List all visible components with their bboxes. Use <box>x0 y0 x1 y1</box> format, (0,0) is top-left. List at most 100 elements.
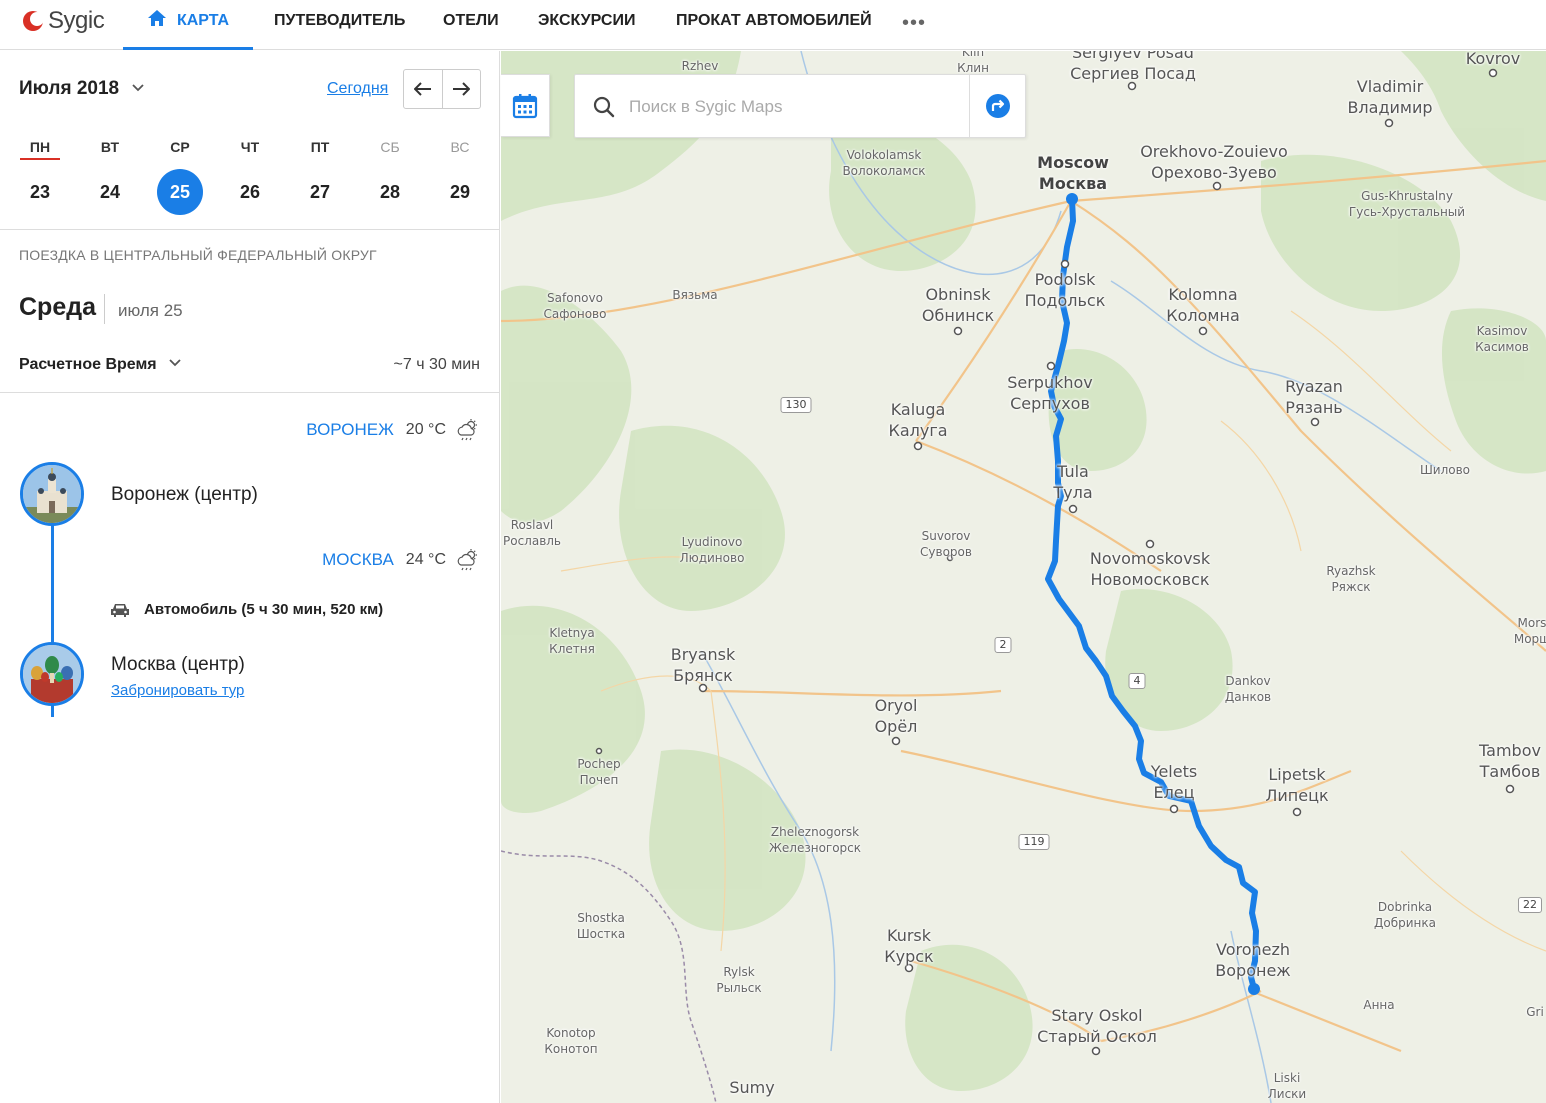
map-label-rzhev: Rzhev <box>681 59 719 73</box>
nav-tab-car-rental[interactable]: ПРОКАТ АВТОМОБИЛЕЙ <box>676 0 872 50</box>
map-label-dobrinka: Dobrinka Добринка <box>1374 900 1436 930</box>
map-label-zheleznogorsk: Zheleznogorsk Железногорск <box>768 825 862 855</box>
map-label-kaluga: Kaluga Калуга <box>888 400 948 440</box>
prev-week-button[interactable] <box>404 70 442 108</box>
map-label-vladimir: Vladimir Владимир <box>1347 77 1433 117</box>
road-shield: 2 <box>994 637 1012 653</box>
transport-label: Автомобиль (5 ч 30 мин, 520 км) <box>144 601 384 618</box>
map-label-anna: Анна <box>1363 998 1395 1012</box>
estimated-time-dropdown[interactable]: Расчетное Время <box>19 356 181 374</box>
map-label-suvorov: Suvorov Суворов <box>920 529 972 559</box>
nav-tab-guide[interactable]: ПУТЕВОДИТЕЛЬ <box>274 0 405 50</box>
map-label-roslavl: Roslavl Рославль <box>502 518 562 548</box>
sygic-logo[interactable]: Sygic <box>22 6 105 36</box>
next-week-button[interactable] <box>441 70 481 108</box>
map-label-vyazma: Вязьма <box>672 288 718 302</box>
stop-name-voronezh[interactable]: Воронеж (центр) <box>111 484 258 506</box>
weekday-fri: ПТ <box>310 139 330 155</box>
day-date: июля 25 <box>118 301 183 320</box>
directions-button[interactable] <box>969 75 1025 137</box>
map-label-sumy: Sumy <box>729 1078 775 1097</box>
transport-segment[interactable]: Автомобиль (5 ч 30 мин, 520 км) <box>110 601 383 618</box>
map-label-tambov: Tambov Тамбов <box>1479 741 1541 781</box>
today-link[interactable]: Сегодня <box>327 80 388 98</box>
calendar-day[interactable]: 27 <box>297 169 343 215</box>
road-shield: 22 <box>1518 897 1542 913</box>
map-label-podolsk: Podolsk Подольск <box>1024 270 1106 310</box>
road-shield: 119 <box>1018 834 1050 850</box>
map-label-voronezh: Voronezh Воронеж <box>1215 940 1291 980</box>
map-label-moscow: Moscow Москва <box>1037 153 1109 193</box>
calendar-toggle-button[interactable] <box>501 74 550 137</box>
search-input[interactable] <box>629 89 959 125</box>
weekday-thu: ЧТ <box>240 139 260 155</box>
weather-moscow: МОСКВА 24 °C <box>322 548 480 572</box>
calendar-day[interactable]: 23 <box>17 169 63 215</box>
map-label-yelets: Yelets Елец <box>1150 762 1198 802</box>
month-selector[interactable]: Июля 2018 <box>19 78 145 100</box>
map-label-orekhovo-zuevo: Orekhovo-Zouievo Орехово-Зуево <box>1140 142 1288 182</box>
arrow-right-icon <box>453 82 471 96</box>
calendar-day[interactable]: 26 <box>227 169 273 215</box>
map-label-lyudinovo: Lyudinovo Людиново <box>679 535 745 565</box>
map-label-klin: Klin Клин <box>957 51 989 75</box>
road-shield: 4 <box>1128 673 1146 689</box>
home-icon <box>147 10 166 26</box>
map-view[interactable]: Sergiyev Posad Сергиев Посад Kovrov Rzhev… <box>501 51 1546 1103</box>
brand-name: Sygic <box>48 7 105 34</box>
map-label-morshansk: Mors Морш <box>1513 616 1546 646</box>
map-label-novomoskovsk: Novomoskovsk Новомосковск <box>1089 549 1211 589</box>
map-label-stary-oskol: Stary Oskol Старый Оскол <box>1037 1006 1157 1046</box>
month-label: Июля 2018 <box>19 78 120 99</box>
church-image-icon <box>23 465 81 523</box>
map-label-gus-khrustalny: Gus-Khrustalny Гусь-Хрустальный <box>1348 189 1466 219</box>
divider <box>0 229 500 230</box>
day-name: Среда <box>19 293 97 321</box>
map-label-kovrov: Kovrov <box>1465 51 1521 68</box>
weather-city[interactable]: МОСКВА <box>322 550 394 570</box>
sygic-logo-mark <box>23 11 44 31</box>
map-label-ryazhsk: Ryazhsk Ряжск <box>1326 564 1376 594</box>
map-label-oryol: Oryol Орёл <box>874 696 918 736</box>
weekday-mon: ПН <box>20 139 60 160</box>
map-label-kursk: Kursk Курск <box>884 926 934 966</box>
map-label-volokolamsk: Volokolamsk Волоколамск <box>842 148 926 178</box>
map-label-pochep: Pochep Почеп <box>577 757 621 787</box>
map-label-tula: Tula Тула <box>1053 462 1093 502</box>
weather-temp: 24 °C <box>405 551 446 568</box>
weather-city[interactable]: ВОРОНЕЖ <box>306 420 394 440</box>
map-label-shostka: Shostka Шостка <box>576 911 626 941</box>
estimated-time-label: Расчетное Время <box>19 356 157 373</box>
trip-panel: Июля 2018 Сегодня ПН ВТ СР ЧТ ПТ СБ ВС 2… <box>0 51 500 1103</box>
divider <box>104 294 105 324</box>
chevron-down-icon <box>169 359 181 367</box>
weather-temp: 20 °C <box>405 421 446 438</box>
weekday-tue: ВТ <box>100 139 120 155</box>
divider <box>0 392 500 393</box>
weekday-sat: СБ <box>380 139 400 155</box>
nav-tab-excursions[interactable]: ЭКСКУРСИИ <box>538 0 635 50</box>
calendar-day-selected[interactable]: 25 <box>157 169 203 215</box>
more-menu-icon[interactable]: ••• <box>902 12 926 35</box>
map-label-sergiyev-posad: Sergiyev Posad Сергиев Посад <box>1070 51 1196 83</box>
map-label-dankov: Dankov Данков <box>1224 674 1272 704</box>
nav-tab-map[interactable]: КАРТА <box>123 0 253 50</box>
book-tour-link[interactable]: Забронировать тур <box>111 682 244 699</box>
map-label-konotop: Konotop Конотоп <box>544 1026 598 1056</box>
road-shield: 130 <box>780 397 812 413</box>
map-label-lipetsk: Lipetsk Липецк <box>1265 765 1329 805</box>
trip-title: ПОЕЗДКА В ЦЕНТРАЛЬНЫЙ ФЕДЕРАЛЬНЫЙ ОКРУГ <box>19 247 377 263</box>
calendar-day[interactable]: 28 <box>367 169 413 215</box>
nav-tab-map-label: КАРТА <box>176 12 230 29</box>
map-label-liski: Liski Лиски <box>1267 1071 1307 1101</box>
moscow-photo[interactable] <box>20 642 84 706</box>
voronezh-photo[interactable] <box>20 462 84 526</box>
map-label-kolomna: Kolomna Коломна <box>1166 285 1240 325</box>
calendar-day[interactable]: 29 <box>437 169 483 215</box>
map-label-rylsk: Rylsk Рыльск <box>716 965 762 995</box>
nav-tab-hotels[interactable]: ОТЕЛИ <box>443 0 499 50</box>
stop-name-moscow[interactable]: Москва (центр) <box>111 654 245 676</box>
map-label-obninsk: Obninsk Обнинск <box>921 285 995 325</box>
car-icon <box>111 603 129 617</box>
calendar-day[interactable]: 24 <box>87 169 133 215</box>
